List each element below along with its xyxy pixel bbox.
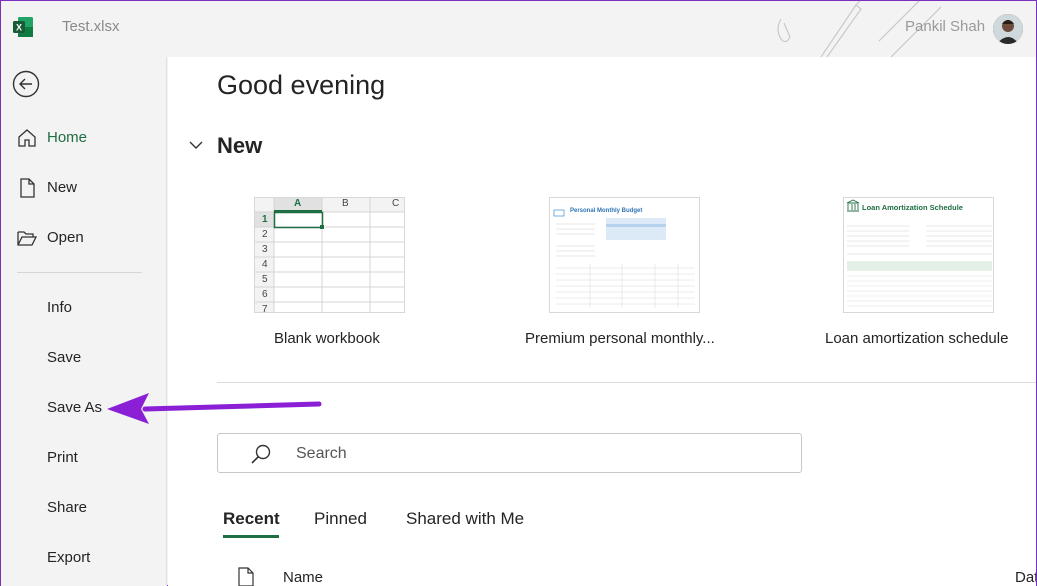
title-bar: X Test.xlsx Pankil Shah	[1, 1, 1036, 57]
row-header: 7	[262, 304, 268, 313]
sidebar-item-export[interactable]: Export	[1, 540, 167, 576]
file-type-icon	[238, 567, 254, 586]
template-loan-amortization[interactable]: Loan Amortization Schedule Loan amortiza…	[825, 197, 1008, 347]
column-header-name[interactable]: Name	[283, 569, 323, 586]
backstage-sidebar: Home New Open Info Save Save As Print Sh…	[1, 57, 167, 586]
template-label: Loan amortization schedule	[825, 330, 1009, 347]
user-name[interactable]: Pankil Shah	[905, 18, 985, 35]
search-icon	[251, 444, 271, 464]
document-title: Test.xlsx	[62, 18, 120, 35]
sidebar-item-label: New	[47, 179, 78, 196]
back-arrow-icon[interactable]	[12, 70, 40, 98]
section-divider	[217, 382, 1036, 383]
new-file-icon	[20, 178, 35, 198]
tab-pinned[interactable]: Pinned	[314, 509, 367, 535]
svg-text:X: X	[16, 23, 22, 33]
tab-recent[interactable]: Recent	[223, 509, 280, 535]
main-content: Good evening New A B C 1 2 3 4 5 6 7 Bla…	[168, 57, 1036, 586]
row-header: 4	[262, 259, 268, 270]
loan-preview-icon	[846, 199, 992, 307]
sidebar-item-label: Share	[47, 499, 88, 516]
column-header: A	[294, 198, 302, 209]
thumbnail-title: Personal Monthly Budget	[570, 208, 643, 214]
budget-preview-icon	[553, 209, 695, 308]
sidebar-item-label: Save	[47, 349, 82, 366]
template-label: Premium personal monthly...	[525, 330, 715, 347]
sidebar-divider	[17, 272, 142, 273]
folder-open-icon	[17, 231, 37, 246]
search-input[interactable]	[296, 442, 776, 466]
sidebar-item-new[interactable]: New	[1, 170, 167, 206]
sidebar-item-label: Open	[47, 229, 84, 246]
template-label: Blank workbook	[274, 330, 380, 347]
sidebar-item-label: Save As	[47, 399, 103, 416]
row-header: 1	[262, 214, 268, 225]
template-personal-monthly-budget[interactable]: Personal Monthly Budget Premium personal…	[525, 197, 715, 347]
chevron-down-icon[interactable]	[188, 137, 204, 153]
sidebar-item-label: Export	[47, 549, 91, 566]
avatar-photo-icon	[993, 14, 1023, 44]
thumbnail-title: Loan Amortization Schedule	[862, 203, 963, 212]
column-header-date[interactable]: Date modified	[1015, 569, 1036, 586]
sidebar-item-save[interactable]: Save	[1, 340, 167, 376]
row-header: 2	[262, 229, 268, 240]
column-header: B	[342, 198, 349, 209]
home-icon	[18, 129, 36, 147]
annotation-arrow-icon	[107, 393, 322, 424]
new-section-title: New	[217, 133, 263, 158]
greeting-heading: Good evening	[217, 70, 386, 100]
row-header: 3	[262, 244, 268, 255]
sidebar-item-label: Home	[47, 129, 88, 146]
template-blank-workbook[interactable]: A B C 1 2 3 4 5 6 7 Blank workbook	[254, 197, 405, 347]
budget-thumbnail: Personal Monthly Budget	[549, 197, 700, 313]
spreadsheet-grid-icon	[255, 198, 404, 312]
sidebar-item-info[interactable]: Info	[1, 290, 167, 326]
sidebar-item-print[interactable]: Print	[1, 440, 167, 476]
column-header: C	[392, 198, 400, 209]
sidebar-item-home[interactable]: Home	[1, 120, 167, 156]
active-tab-indicator	[223, 535, 279, 538]
row-header: 5	[262, 274, 268, 285]
sidebar-item-label: Print	[47, 449, 78, 466]
excel-app-icon: X	[13, 17, 33, 37]
blank-workbook-thumbnail: A B C 1 2 3 4 5 6 7	[254, 197, 405, 313]
sidebar-item-share[interactable]: Share	[1, 490, 167, 526]
loan-thumbnail: Loan Amortization Schedule	[843, 197, 994, 313]
search-box[interactable]	[217, 433, 802, 473]
sidebar-item-label: Info	[47, 299, 73, 316]
avatar[interactable]	[993, 14, 1023, 44]
sidebar-item-open[interactable]: Open	[1, 220, 167, 256]
tab-shared-with-me[interactable]: Shared with Me	[406, 509, 524, 535]
row-header: 6	[262, 289, 268, 300]
